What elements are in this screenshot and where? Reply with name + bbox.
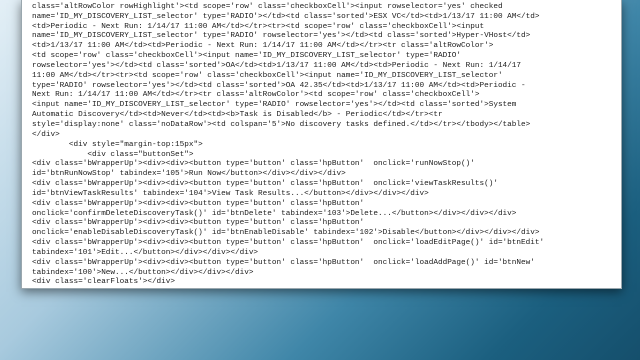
page-source-text[interactable]: class='sorted'><div></td><td><div></div>… [32,0,612,288]
page-source-window[interactable]: class='sorted'><div></td><td><div></div>… [21,0,622,289]
